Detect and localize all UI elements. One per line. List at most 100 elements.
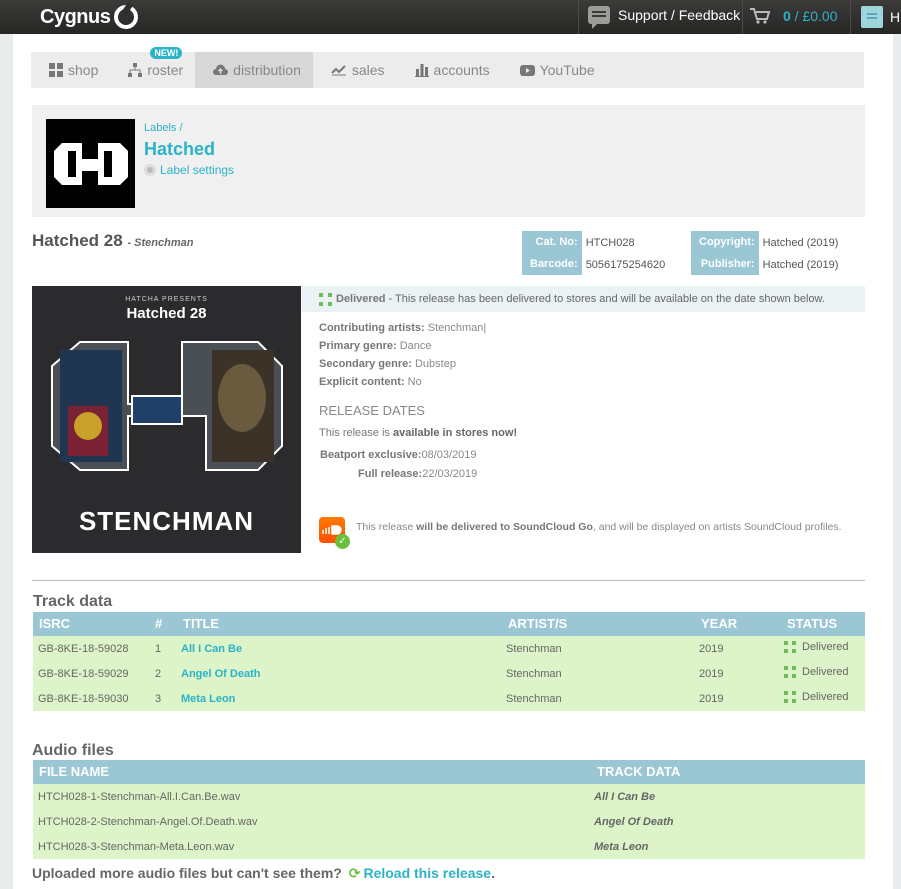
catalog-info: Cat. No: HTCH028 Barcode: 5056175254620 [522,231,669,275]
cloud-upload-icon [213,64,229,75]
copyright-label: Copyright: [691,231,759,253]
file-name-cell: HTCH028-1-Stenchman-All.I.Can.Be.wav [38,791,241,803]
artist-cell: Stenchman [506,693,562,705]
reload-period: . [491,865,495,881]
cart-button[interactable]: 0 / £0.00 [749,7,838,25]
nav-label: shop [68,62,99,78]
new-badge: NEW! [150,47,183,59]
publisher-label: Publisher: [691,253,759,275]
track-table-header: ISRC # TITLE ARTIST/S YEAR STATUS [33,612,865,636]
track-data-cell: All I Can Be [594,791,656,803]
isrc-cell: GB-8KE-18-59030 [38,693,129,705]
beatport-row: Beatport exclusive:08/03/2019 [320,449,477,461]
soundcloud-note: This release will be delivered to SoundC… [356,519,846,535]
audio-files-heading: Audio files [32,742,114,759]
full-release-row: Full release:22/03/2019 [358,468,477,480]
cygnus-logo[interactable]: Cygnus [40,4,139,30]
nav-roster[interactable]: roster NEW! [110,47,195,88]
divider [578,0,579,34]
refresh-icon: ⟳ [348,865,361,881]
col-year: YEAR [701,616,738,631]
col-isrc: ISRC [39,616,71,631]
section-divider [32,580,865,581]
label-settings-link[interactable]: Label settings [144,163,234,177]
status-cell: Delivered [784,641,848,653]
youtube-icon [519,64,535,76]
line-chart-icon [331,65,346,76]
label-panel: Labels / Hatched Label settings [32,105,865,217]
table-row[interactable]: GB-8KE-18-59028 1 All I Can Be Stenchman… [33,636,865,661]
secondary-genre-label: Secondary genre: [319,358,412,370]
track-table: ISRC # TITLE ARTIST/S YEAR STATUS GB-8KE… [33,612,865,711]
num-cell: 2 [155,668,162,680]
artist-cell: Stenchman [506,668,562,680]
secondary-genre-value: Dubstep [414,358,456,370]
explicit-label: Explicit content: [319,376,405,388]
release-dates-heading: RELEASE DATES [319,403,425,418]
track-title-link[interactable]: Angel Of Death [181,668,260,680]
status-text: Delivered [802,641,849,653]
logo-text: Cygnus [40,5,111,28]
beatport-date: 08/03/2019 [421,449,477,461]
menu-icon[interactable] [861,6,883,28]
nav-label: sales [351,62,385,78]
availability-text: This release is available in stores now! [319,427,517,439]
audio-table-header: FILE NAME TRACK DATA [33,760,865,784]
avail-prefix: This release is [319,427,390,439]
nav-label: accounts [433,62,490,78]
track-title-link[interactable]: All I Can Be [181,643,242,655]
isrc-cell: GB-8KE-18-59029 [38,668,129,680]
cart-icon [750,8,771,24]
nav-label: YouTube [539,62,595,78]
table-row: HTCH028-2-Stenchman-Angel.Of.Death.wav A… [33,809,865,834]
barcode-label: Barcode: [522,253,582,275]
breadcrumb-labels[interactable]: Labels / [144,122,183,134]
divider [742,0,743,34]
status-cell: Delivered [784,691,848,703]
support-feedback-button[interactable]: Support / Feedback [588,6,740,29]
track-data-cell: Angel Of Death [594,816,674,828]
table-row: HTCH028-3-Stenchman-Meta.Leon.wav Meta L… [33,834,865,859]
publisher-value: Hatched (2019) [762,259,839,271]
isrc-cell: GB-8KE-18-59028 [38,643,129,655]
check-icon: ✓ [335,534,350,549]
status-text: - This release has been delivered to sto… [388,293,825,305]
nav-shop[interactable]: shop [31,52,110,88]
track-title-link[interactable]: Meta Leon [181,693,235,705]
nav-label: distribution [233,62,301,78]
status-label: Delivered [336,293,386,305]
status-cell: Delivered [784,666,848,678]
copyright-value: Hatched (2019) [762,237,839,249]
nav-youtube[interactable]: YouTube [502,52,607,88]
col-track-data: TRACK DATA [597,764,681,779]
cart-total: £0.00 [802,8,838,24]
cover-artist: STENCHMAN [78,506,255,536]
reload-release-link[interactable]: Reload this release [363,865,491,881]
delivered-icon [784,691,796,703]
nav-sales[interactable]: sales [313,52,397,88]
track-data-heading: Track data [33,593,113,610]
release-artist: - Stenchman [127,237,194,249]
reload-question: Uploaded more audio files but can't see … [32,865,342,881]
primary-genre-value: Dance [399,340,432,352]
user-name[interactable]: H [890,9,900,25]
track-data-cell: Meta Leon [594,841,649,853]
table-row[interactable]: GB-8KE-18-59029 2 Angel Of Death Stenchm… [33,661,865,686]
num-cell: 1 [155,643,162,655]
gear-icon [144,164,156,176]
nav-distribution[interactable]: distribution [195,52,313,88]
delivered-icon [784,641,796,653]
status-text: Delivered [802,666,849,678]
file-name-cell: HTCH028-3-Stenchman-Meta.Leon.wav [38,841,235,853]
cat-no-value: HTCH028 [585,237,635,249]
explicit-value: No [407,376,422,388]
cart-summary: 0 / £0.00 [783,8,838,24]
cat-no-label: Cat. No: [522,231,582,253]
audio-table: FILE NAME TRACK DATA HTCH028-1-Stenchman… [33,760,865,859]
table-row[interactable]: GB-8KE-18-59030 3 Meta Leon Stenchman 20… [33,686,865,711]
logo-ring-icon [114,5,139,29]
delivered-icon [319,292,332,306]
nav-accounts[interactable]: accounts [397,52,502,88]
hierarchy-icon [128,63,143,77]
release-title: Hatched 28 - Stenchman [32,231,193,251]
